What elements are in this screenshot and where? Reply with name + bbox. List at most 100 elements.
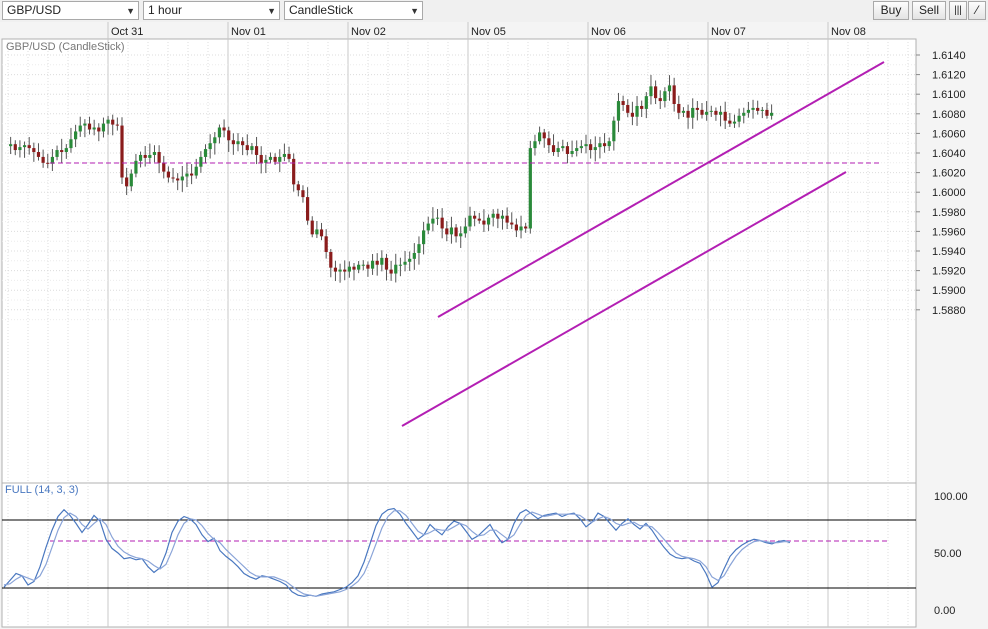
candle-up: [751, 107, 755, 110]
candle-down: [254, 146, 259, 155]
candle-down: [245, 145, 249, 151]
candle-up: [69, 139, 73, 149]
candle-down: [621, 101, 625, 105]
candle-up: [370, 260, 375, 269]
candle-down: [658, 98, 662, 102]
candle-up: [663, 91, 667, 102]
candle-down: [115, 124, 119, 126]
candle-up: [417, 244, 421, 253]
chart-type-select[interactable]: CandleStick ▼: [284, 1, 423, 20]
candle-down: [630, 112, 634, 117]
candle-up: [106, 119, 110, 124]
candle-down: [231, 140, 235, 145]
candle-up: [746, 109, 750, 113]
candle-down: [440, 217, 444, 229]
candle-down: [482, 220, 486, 225]
stochastic-panel: [1, 482, 917, 628]
buy-button[interactable]: Buy: [873, 1, 909, 20]
sell-button[interactable]: Sell: [912, 1, 946, 20]
timeframe-select[interactable]: 1 hour ▼: [143, 1, 280, 20]
candle-up: [357, 264, 361, 270]
candle-up: [422, 230, 426, 245]
candle-up: [148, 154, 152, 158]
candle-down: [510, 222, 514, 225]
candle-down: [97, 127, 101, 132]
chart-area[interactable]: Oct 31 Nov 01 Nov 02 Nov 05 Nov 06 Nov 07 Nov …: [0, 22, 988, 629]
candle-down: [602, 143, 607, 147]
candle-up: [22, 145, 27, 148]
candle-up: [556, 148, 560, 153]
stochastic-tick-label: 100.00: [934, 491, 968, 503]
candle-up: [185, 173, 189, 177]
draw-line-icon[interactable]: ⁄: [968, 1, 986, 20]
bar-style-icon[interactable]: |||: [949, 1, 967, 20]
candle-up: [649, 86, 653, 97]
candle-down: [723, 111, 727, 121]
candle-down: [190, 173, 194, 176]
chevron-down-icon: ▼: [267, 6, 276, 16]
price-panel: [1, 38, 917, 501]
candle-up: [199, 156, 203, 167]
candle-down: [626, 104, 630, 113]
candle-down: [227, 130, 231, 141]
candle-up: [528, 148, 532, 229]
candle-down: [728, 120, 732, 124]
symbol-value: GBP/USD: [7, 3, 62, 17]
candle-down: [329, 251, 333, 268]
candle-up: [380, 257, 384, 265]
price-tick-label: 1.5940: [932, 246, 966, 258]
candle-up: [449, 227, 454, 235]
candle-up: [426, 223, 430, 231]
candle-up: [500, 215, 505, 219]
price-tick-label: 1.5900: [932, 285, 966, 297]
price-tick-label: 1.6080: [932, 109, 966, 121]
candle-up: [459, 233, 463, 237]
candle-up: [278, 156, 282, 162]
candle-down: [166, 171, 170, 178]
candle-up: [408, 258, 412, 262]
date-label: Nov 01: [231, 26, 266, 38]
price-tick-label: 1.6120: [932, 70, 966, 82]
candle-down: [477, 218, 481, 221]
candle-up: [732, 121, 737, 124]
candle-up: [463, 226, 467, 234]
candle-up: [742, 112, 746, 116]
candle-down: [176, 178, 180, 181]
candle-up: [78, 125, 82, 132]
candle-up: [83, 123, 87, 126]
candle-down: [686, 110, 690, 118]
symbol-select[interactable]: GBP/USD ▼: [2, 1, 139, 20]
candle-down: [27, 145, 31, 149]
chevron-down-icon: ▼: [126, 6, 135, 16]
price-tick-label: 1.5960: [932, 226, 966, 238]
price-tick-label: 1.6100: [932, 89, 966, 101]
date-label: Oct 31: [111, 26, 143, 38]
candle-down: [222, 127, 226, 131]
stochastic-tick-label: 0.00: [934, 605, 955, 617]
candle-up: [282, 153, 286, 157]
candle-up: [575, 148, 579, 152]
price-tick-label: 1.6040: [932, 148, 966, 160]
candle-down: [32, 148, 36, 153]
candle-up: [519, 226, 523, 231]
candle-down: [120, 125, 124, 178]
candle-up: [435, 217, 440, 219]
candle-up: [203, 149, 208, 157]
candle-up: [412, 252, 416, 259]
candle-up: [398, 264, 402, 266]
candle-down: [714, 110, 718, 115]
candle-up: [718, 111, 723, 115]
candle-up: [9, 144, 13, 147]
candle-down: [36, 152, 41, 157]
candle-up: [593, 147, 597, 151]
candle-down: [384, 257, 389, 270]
candle-down: [672, 85, 676, 104]
candle-down: [87, 123, 92, 130]
candle-down: [640, 105, 644, 109]
candle-up: [152, 152, 157, 155]
candle-down: [756, 107, 760, 111]
candle-down: [589, 144, 593, 151]
candle-up: [138, 154, 143, 161]
toolbar: GBP/USD ▼ 1 hour ▼ CandleStick ▼ Buy Sel…: [0, 0, 988, 22]
candle-up: [486, 217, 491, 225]
